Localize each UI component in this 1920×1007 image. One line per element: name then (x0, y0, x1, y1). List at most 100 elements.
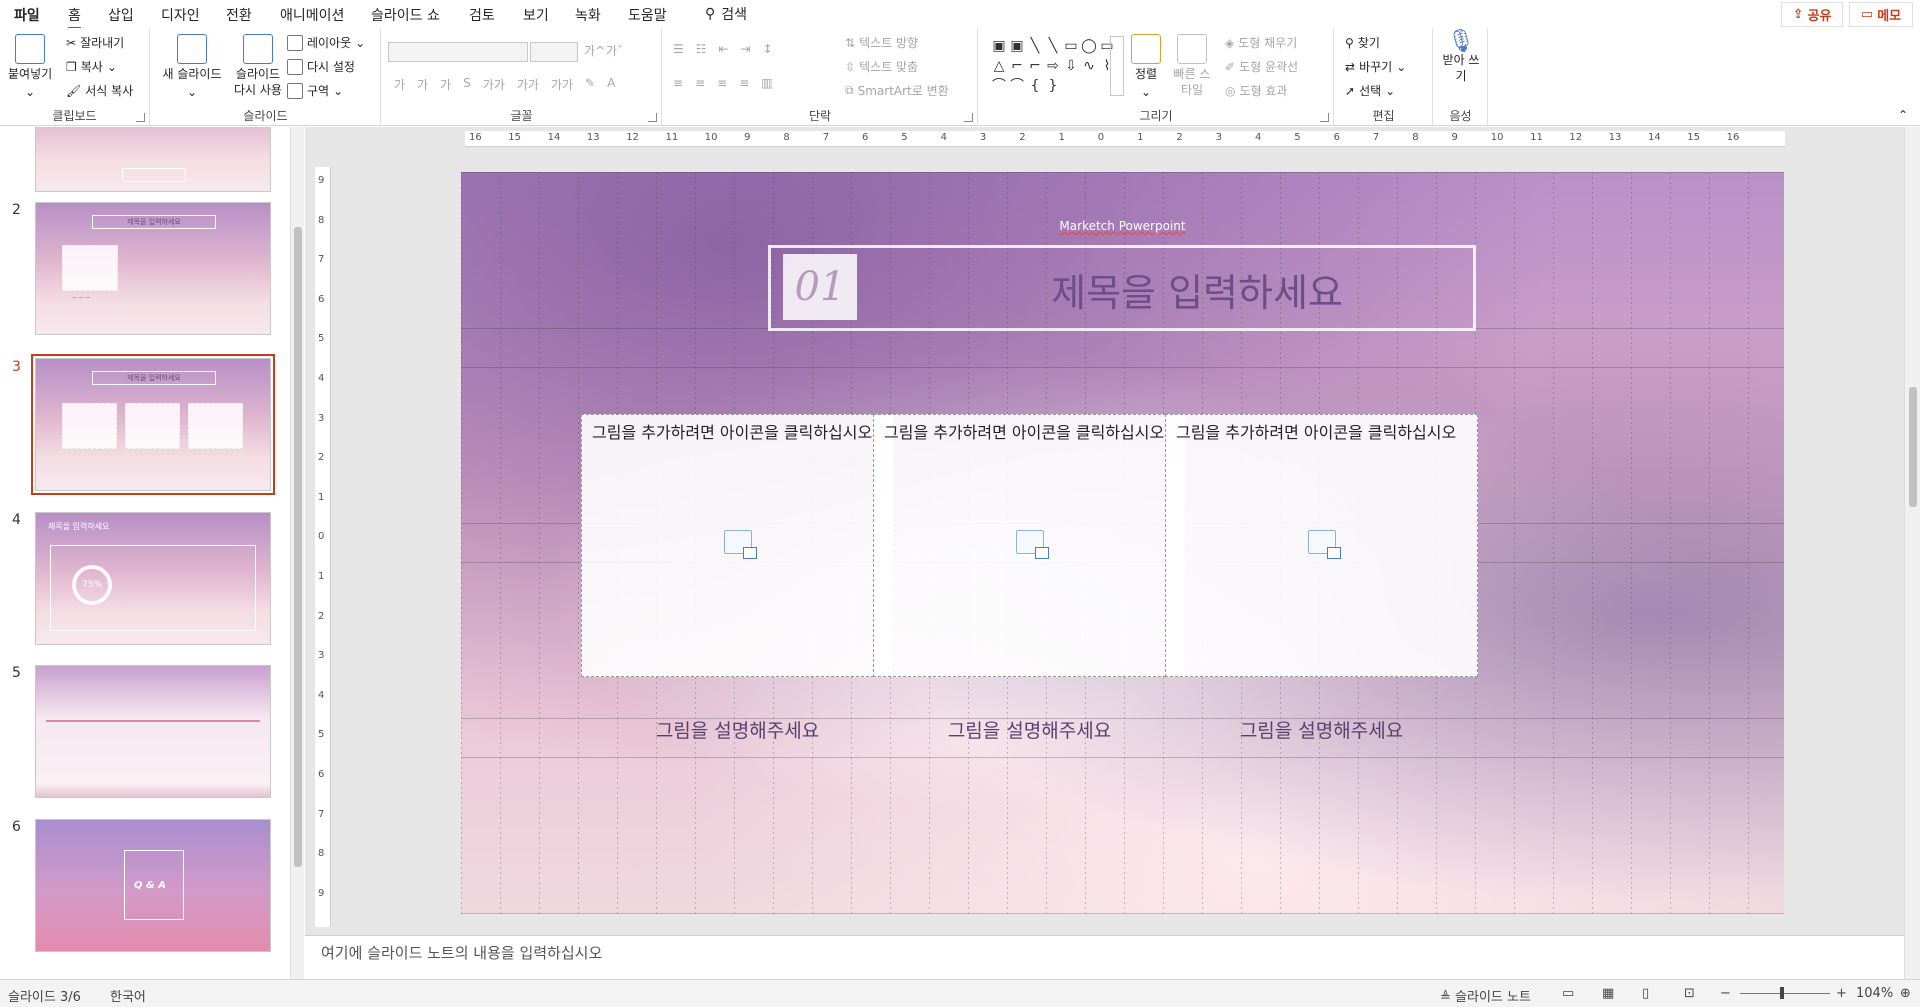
rectangle-shape-icon[interactable]: ▭ (1062, 36, 1080, 56)
slide-brand-text[interactable]: Marketch Powerpoint (461, 219, 1784, 233)
slide-thumbnail-1[interactable] (35, 127, 271, 192)
dialog-launcher-icon[interactable] (964, 113, 973, 122)
reset-button[interactable]: 다시 설정 (287, 58, 355, 75)
cut-button[interactable]: ✂ 잘라내기 (66, 34, 124, 51)
align-right-icon[interactable]: ≡ (717, 76, 727, 90)
bold-button[interactable]: 가 (394, 76, 405, 93)
shapes-gallery-scroll[interactable] (1110, 36, 1124, 96)
increase-indent-icon[interactable]: ⇥ (741, 42, 751, 56)
dialog-launcher-icon[interactable] (136, 113, 145, 122)
font-family-combo[interactable] (388, 42, 528, 62)
tab-transitions[interactable]: 전환 (226, 5, 252, 25)
font-size-combo[interactable] (530, 42, 578, 62)
zoom-out-icon[interactable]: − (1720, 986, 1731, 1001)
paste-button[interactable]: 붙여넣기 ⌄ (8, 34, 52, 100)
vertical-textbox-shape-icon[interactable]: ▣ (1008, 36, 1026, 56)
zoom-slider[interactable] (1740, 987, 1830, 999)
line-shape-icon[interactable]: ╲ (1026, 36, 1044, 56)
insert-picture-icon[interactable] (1016, 530, 1049, 559)
find-button[interactable]: ⚲ 찾기 (1345, 34, 1380, 51)
layout-button[interactable]: 레이아웃 ⌄ (287, 34, 365, 51)
arc-shape-icon[interactable]: ⌒ (990, 76, 1008, 96)
arc-shape-icon[interactable]: ⌒ (1008, 76, 1026, 96)
scroll-thumb[interactable] (294, 227, 302, 867)
picture-placeholder-3[interactable]: 그림을 추가하려면 아이콘을 클릭하십시오 (1165, 414, 1478, 677)
replace-button[interactable]: ⇄ 바꾸기 ⌄ (1345, 58, 1406, 75)
insert-picture-icon[interactable] (1308, 530, 1341, 559)
tab-record[interactable]: 녹화 (575, 5, 601, 25)
curve-shape-icon[interactable]: ∿ (1080, 56, 1098, 76)
section-button[interactable]: 구역 ⌄ (287, 82, 343, 99)
bullets-icon[interactable]: ☰ (673, 42, 684, 56)
scroll-thumb[interactable] (1909, 387, 1917, 507)
columns-icon[interactable]: ▥ (761, 76, 772, 90)
smartart-button[interactable]: ⧉ SmartArt로 변환 (845, 82, 949, 99)
slide-title[interactable]: 제목을 입력하세요 (921, 262, 1473, 317)
connector-shape-icon[interactable]: ⌐ (1026, 56, 1044, 76)
arrange-button[interactable]: 정렬 ⌄ (1131, 34, 1161, 100)
language-indicator[interactable]: 한국어 (110, 986, 146, 1005)
numbering-icon[interactable]: ☷ (696, 42, 707, 56)
italic-button[interactable]: 가 (417, 76, 428, 93)
format-painter-button[interactable]: 🖌 서식 복사 (66, 82, 133, 99)
shadow-button[interactable]: S (463, 76, 471, 93)
notes-placeholder[interactable]: 여기에 슬라이드 노트의 내용을 입력하십시오 (321, 942, 602, 963)
line-spacing-icon[interactable]: ↕ (763, 42, 773, 56)
tab-slideshow[interactable]: 슬라이드 쇼 (371, 5, 440, 25)
character-spacing-button[interactable]: 가가 (517, 76, 539, 93)
line-shape-icon[interactable]: ╲ (1044, 36, 1062, 56)
select-button[interactable]: ➚ 선택 ⌄ (1345, 82, 1395, 99)
justify-icon[interactable]: ≡ (739, 76, 749, 90)
slide-number-badge[interactable]: 01 (783, 254, 857, 320)
connector-shape-icon[interactable]: ⌐ (1008, 56, 1026, 76)
shape-outline-button[interactable]: ✐ 도형 윤곽선 (1225, 58, 1298, 75)
fit-slide-icon[interactable]: ⊕ (1900, 986, 1911, 1001)
strikethrough-button[interactable]: 가가 (483, 76, 505, 93)
oval-shape-icon[interactable]: ◯ (1080, 36, 1098, 56)
tab-home[interactable]: 홈 (68, 5, 81, 30)
brace-shape-icon[interactable]: { (1026, 76, 1044, 96)
insert-picture-icon[interactable] (724, 530, 757, 559)
align-left-icon[interactable]: ≡ (673, 76, 683, 90)
current-slide[interactable]: Marketch Powerpoint 01 제목을 입력하세요 그림을 추가하… (461, 172, 1784, 914)
arrow-shape-icon[interactable]: ⇨ (1044, 56, 1062, 76)
notes-toggle-button[interactable]: ≜ 슬라이드 노트 (1440, 986, 1531, 1005)
shape-fill-button[interactable]: ◈ 도형 채우기 (1225, 34, 1297, 51)
tab-animations[interactable]: 애니메이션 (280, 5, 344, 25)
editor-vertical-scrollbar[interactable] (1904, 127, 1920, 979)
dictate-button[interactable]: 🎙 받아 쓰기 (1442, 31, 1480, 84)
normal-view-icon[interactable]: ▭ (1562, 986, 1574, 1001)
copy-button[interactable]: ❐ 복사 ⌄ (66, 58, 117, 75)
title-frame[interactable]: 01 제목을 입력하세요 (768, 245, 1476, 331)
text-direction-button[interactable]: ⇅ 텍스트 방향 (845, 34, 918, 51)
change-case-button[interactable]: 가가 (551, 76, 573, 93)
new-slide-button[interactable]: 새 슬라이드 ⌄ (159, 34, 225, 100)
tab-view[interactable]: 보기 (523, 5, 549, 25)
decrease-font-size-button[interactable]: 가ˇ (606, 42, 623, 59)
tab-design[interactable]: 디자인 (161, 5, 200, 25)
picture-caption-1[interactable]: 그림을 설명해주세요 (581, 716, 894, 743)
textbox-shape-icon[interactable]: ▣ (990, 36, 1008, 56)
collapse-ribbon-icon[interactable]: ⌃ (1898, 108, 1908, 122)
triangle-shape-icon[interactable]: △ (990, 56, 1008, 76)
align-text-button[interactable]: ⇳ 텍스트 맞춤 (845, 58, 918, 75)
quick-styles-button[interactable]: 빠른 스타일 (1169, 34, 1215, 98)
decrease-indent-icon[interactable]: ⇤ (719, 42, 729, 56)
slide-thumbnail-3[interactable]: 제목을 입력하세요 (31, 354, 275, 495)
zoom-level[interactable]: 104% (1856, 986, 1893, 1001)
increase-font-size-button[interactable]: 가^ (584, 42, 605, 59)
underline-button[interactable]: 가 (440, 76, 451, 93)
picture-caption-3[interactable]: 그림을 설명해주세요 (1165, 716, 1478, 743)
tab-file[interactable]: 파일 (14, 5, 40, 25)
share-button[interactable]: ⇪ 공유 (1781, 2, 1843, 27)
brace-shape-icon[interactable]: } (1044, 76, 1062, 96)
slide-sorter-icon[interactable]: ▦ (1602, 986, 1614, 1001)
reuse-slides-button[interactable]: 슬라이드 다시 사용 (229, 34, 287, 98)
slide-thumbnail-5[interactable] (35, 665, 271, 798)
align-center-icon[interactable]: ≡ (695, 76, 705, 90)
notes-pane[interactable]: 여기에 슬라이드 노트의 내용을 입력하십시오 (305, 935, 1904, 979)
shape-effects-button[interactable]: ◎ 도형 효과 (1225, 82, 1287, 99)
picture-placeholder-1[interactable]: 그림을 추가하려면 아이콘을 클릭하십시오 (581, 414, 894, 677)
slide-thumbnail-4[interactable]: 제목을 입력하세요 75% (35, 512, 271, 645)
zoom-in-icon[interactable]: + (1836, 986, 1847, 1001)
